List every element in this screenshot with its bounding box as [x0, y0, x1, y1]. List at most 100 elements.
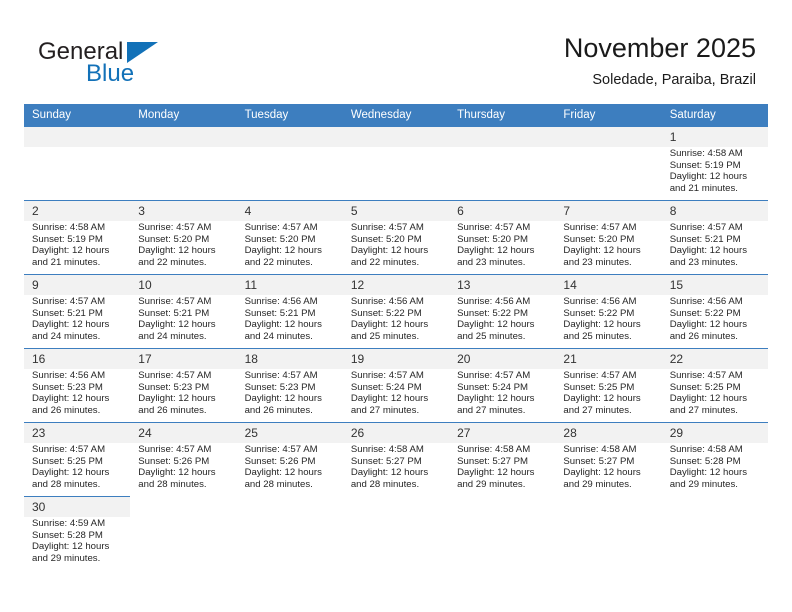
sunrise-text: Sunrise: 4:57 AM — [457, 222, 531, 233]
daylight-text-line1: Daylight: 12 hours — [138, 393, 216, 405]
calendar-week-row: 9 Sunrise: 4:57 AM Sunset: 5:21 PM Daylight… — [24, 274, 768, 349]
calendar-day-cell[interactable]: 6 Sunrise: 4:57 AM Sunset: 5:20 PM Daylight… — [449, 200, 556, 275]
calendar-day-cell[interactable]: 22 Sunrise: 4:57 AM Sunset: 5:25 PM Dayligh… — [661, 348, 768, 423]
day-info: Sunrise: 4:57 AM Sunset: 5:20 PM Daylight:… — [449, 221, 555, 269]
day-number: 13 — [449, 275, 556, 295]
daylight-text-line2: and 28 minutes. — [138, 479, 207, 491]
day-cell-inner: 5 Sunrise: 4:57 AM Sunset: 5:20 PM Daylight… — [342, 201, 450, 274]
calendar-day-cell[interactable]: 4 Sunrise: 4:57 AM Sunset: 5:20 PM Daylight… — [236, 200, 343, 275]
day-number — [24, 127, 131, 147]
day-number: 21 — [555, 349, 662, 369]
daylight-text-line1: Daylight: 12 hours — [32, 393, 110, 405]
day-cell-inner: 14 Sunrise: 4:56 AM Sunset: 5:22 PM Dayligh… — [555, 275, 662, 348]
weekday-header-saturday: Saturday — [661, 104, 768, 127]
calendar-day-cell[interactable]: 19 Sunrise: 4:57 AM Sunset: 5:24 PM Dayligh… — [342, 348, 450, 423]
sunrise-text: Sunrise: 4:57 AM — [350, 370, 424, 381]
day-cell-inner: 9 Sunrise: 4:57 AM Sunset: 5:21 PM Daylight… — [24, 275, 131, 348]
day-cell-inner: 25 Sunrise: 4:57 AM Sunset: 5:26 PM Dayligh… — [236, 423, 343, 496]
day-cell-inner — [24, 127, 131, 200]
daylight-text-line2: and 21 minutes. — [32, 257, 101, 269]
day-number — [555, 127, 662, 147]
calendar-day-cell[interactable]: 23 Sunrise: 4:57 AM Sunset: 5:25 PM Dayligh… — [24, 422, 131, 497]
daylight-text-line1: Daylight: 12 hours — [563, 467, 641, 479]
calendar-day-cell[interactable]: 1 Sunrise: 4:58 AM Sunset: 5:19 PM Daylight… — [661, 126, 768, 201]
calendar-day-cell[interactable]: 25 Sunrise: 4:57 AM Sunset: 5:26 PM Dayligh… — [236, 422, 343, 497]
calendar-day-cell[interactable]: 20 Sunrise: 4:57 AM Sunset: 5:24 PM Dayligh… — [449, 348, 556, 423]
sunset-text: Sunset: 5:20 PM — [457, 233, 529, 245]
daylight-text-line1: Daylight: 12 hours — [669, 467, 748, 479]
calendar-empty-cell — [342, 496, 450, 570]
daylight-text-line2: and 24 minutes. — [244, 331, 313, 343]
calendar-day-cell[interactable]: 2 Sunrise: 4:58 AM Sunset: 5:19 PM Daylight… — [24, 200, 131, 275]
calendar-day-cell[interactable]: 24 Sunrise: 4:57 AM Sunset: 5:26 PM Dayligh… — [130, 422, 237, 497]
day-info: Sunrise: 4:56 AM Sunset: 5:21 PM Daylight:… — [237, 295, 343, 343]
sunrise-text: Sunrise: 4:59 AM — [32, 518, 106, 529]
calendar-day-cell[interactable]: 28 Sunrise: 4:58 AM Sunset: 5:27 PM Dayligh… — [555, 422, 662, 497]
day-number: 15 — [661, 275, 768, 295]
day-number: 28 — [555, 423, 662, 443]
sunrise-text: Sunrise: 4:57 AM — [138, 444, 212, 455]
day-cell-inner: 19 Sunrise: 4:57 AM Sunset: 5:24 PM Dayligh… — [342, 349, 450, 422]
sunrise-text: Sunrise: 4:57 AM — [138, 222, 212, 233]
page-title: November 2025 — [563, 33, 756, 63]
day-number: 2 — [24, 201, 131, 221]
calendar-day-cell[interactable]: 11 Sunrise: 4:56 AM Sunset: 5:21 PM Dayligh… — [236, 274, 343, 349]
calendar-day-cell[interactable]: 9 Sunrise: 4:57 AM Sunset: 5:21 PM Daylight… — [24, 274, 131, 349]
day-info: Sunrise: 4:57 AM Sunset: 5:25 PM Daylight:… — [555, 369, 661, 417]
daylight-text-line2: and 29 minutes. — [669, 479, 738, 491]
day-cell-inner — [449, 127, 556, 200]
calendar-day-cell[interactable]: 7 Sunrise: 4:57 AM Sunset: 5:20 PM Daylight… — [555, 200, 662, 275]
calendar-day-cell[interactable]: 17 Sunrise: 4:57 AM Sunset: 5:23 PM Dayligh… — [130, 348, 237, 423]
calendar-day-cell[interactable]: 14 Sunrise: 4:56 AM Sunset: 5:22 PM Dayligh… — [555, 274, 662, 349]
calendar-week-row: 16 Sunrise: 4:56 AM Sunset: 5:23 PM Dayligh… — [24, 348, 768, 423]
day-cell-inner: 30 Sunrise: 4:59 AM Sunset: 5:28 PM Dayligh… — [24, 497, 131, 570]
sunset-text: Sunset: 5:20 PM — [350, 233, 422, 245]
day-number: 29 — [661, 423, 768, 443]
calendar-day-cell[interactable]: 18 Sunrise: 4:57 AM Sunset: 5:23 PM Dayligh… — [236, 348, 343, 423]
day-cell-inner: 21 Sunrise: 4:57 AM Sunset: 5:25 PM Dayligh… — [555, 349, 662, 422]
sunset-text: Sunset: 5:27 PM — [350, 455, 422, 467]
weekday-header-friday: Friday — [555, 104, 662, 127]
sunset-text: Sunset: 5:21 PM — [32, 307, 103, 319]
day-info: Sunrise: 4:57 AM Sunset: 5:25 PM Daylight:… — [24, 443, 130, 491]
day-number: 4 — [236, 201, 343, 221]
day-cell-inner: 2 Sunrise: 4:58 AM Sunset: 5:19 PM Daylight… — [24, 201, 131, 274]
calendar-day-cell[interactable]: 15 Sunrise: 4:56 AM Sunset: 5:22 PM Dayligh… — [661, 274, 768, 349]
day-cell-inner — [236, 127, 343, 200]
daylight-text-line2: and 29 minutes. — [563, 479, 632, 491]
day-info: Sunrise: 4:58 AM Sunset: 5:27 PM Daylight:… — [343, 443, 449, 491]
calendar-day-cell[interactable]: 27 Sunrise: 4:58 AM Sunset: 5:27 PM Dayligh… — [449, 422, 556, 497]
calendar-day-cell[interactable]: 10 Sunrise: 4:57 AM Sunset: 5:21 PM Dayligh… — [130, 274, 237, 349]
day-info: Sunrise: 4:57 AM Sunset: 5:24 PM Daylight:… — [343, 369, 449, 417]
day-info: Sunrise: 4:57 AM Sunset: 5:20 PM Daylight:… — [130, 221, 236, 269]
calendar-day-cell[interactable]: 29 Sunrise: 4:58 AM Sunset: 5:28 PM Dayligh… — [661, 422, 768, 497]
day-info: Sunrise: 4:56 AM Sunset: 5:23 PM Daylight:… — [24, 369, 130, 417]
day-number: 14 — [555, 275, 662, 295]
calendar-day-cell[interactable]: 21 Sunrise: 4:57 AM Sunset: 5:25 PM Dayligh… — [555, 348, 662, 423]
day-info: Sunrise: 4:57 AM Sunset: 5:26 PM Daylight:… — [237, 443, 343, 491]
daylight-text-line2: and 22 minutes. — [138, 257, 207, 269]
calendar-day-cell[interactable]: 30 Sunrise: 4:59 AM Sunset: 5:28 PM Dayligh… — [24, 496, 131, 570]
day-number: 5 — [342, 201, 450, 221]
calendar-day-cell[interactable]: 5 Sunrise: 4:57 AM Sunset: 5:20 PM Daylight… — [342, 200, 450, 275]
calendar-day-cell[interactable]: 13 Sunrise: 4:56 AM Sunset: 5:22 PM Dayligh… — [449, 274, 556, 349]
day-info: Sunrise: 4:57 AM Sunset: 5:23 PM Daylight:… — [237, 369, 343, 417]
day-info: Sunrise: 4:58 AM Sunset: 5:27 PM Daylight:… — [449, 443, 555, 491]
calendar-day-cell[interactable]: 16 Sunrise: 4:56 AM Sunset: 5:23 PM Dayligh… — [24, 348, 131, 423]
day-info: Sunrise: 4:58 AM Sunset: 5:19 PM Daylight:… — [662, 147, 768, 195]
daylight-text-line2: and 23 minutes. — [457, 257, 526, 269]
day-number: 3 — [130, 201, 237, 221]
calendar-day-cell[interactable]: 8 Sunrise: 4:57 AM Sunset: 5:21 PM Daylight… — [661, 200, 768, 275]
calendar-week-row: 1 Sunrise: 4:58 AM Sunset: 5:19 PM Daylight… — [24, 126, 768, 201]
daylight-text-line1: Daylight: 12 hours — [350, 467, 429, 479]
calendar-day-cell[interactable]: 12 Sunrise: 4:56 AM Sunset: 5:22 PM Dayligh… — [342, 274, 450, 349]
calendar-empty-cell — [555, 496, 662, 570]
daylight-text-line1: Daylight: 12 hours — [350, 245, 429, 257]
daylight-text-line2: and 23 minutes. — [563, 257, 632, 269]
day-cell-inner: 28 Sunrise: 4:58 AM Sunset: 5:27 PM Dayligh… — [555, 423, 662, 496]
calendar-empty-cell — [130, 496, 237, 570]
calendar-day-cell[interactable]: 26 Sunrise: 4:58 AM Sunset: 5:27 PM Dayligh… — [342, 422, 450, 497]
day-number — [236, 127, 343, 147]
sunrise-text: Sunrise: 4:57 AM — [350, 222, 424, 233]
calendar-day-cell[interactable]: 3 Sunrise: 4:57 AM Sunset: 5:20 PM Daylight… — [130, 200, 237, 275]
